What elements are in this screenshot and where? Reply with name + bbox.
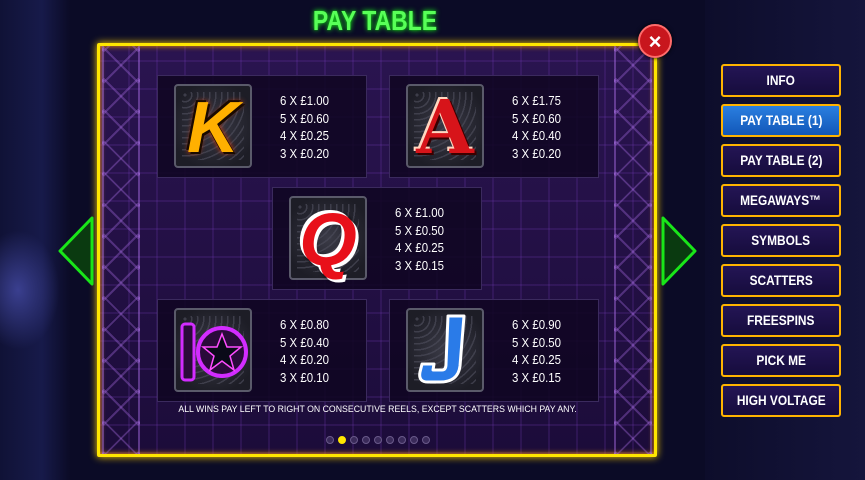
symbol-tile: K xyxy=(174,84,252,168)
paytable-rules-text: ALL WINS PAY LEFT TO RIGHT ON CONSECUTIV… xyxy=(178,404,577,415)
pay-6: 6 X £1.75 xyxy=(512,93,561,108)
pay-3: 3 X £0.15 xyxy=(512,369,561,385)
pay-5: 5 X £0.50 xyxy=(395,222,444,238)
menu-scatters-button[interactable]: SCATTERS xyxy=(721,264,841,297)
pay-6: 6 X £0.90 xyxy=(512,317,561,332)
pay-6: 6 X £1.00 xyxy=(395,205,444,220)
paytable-values: 6 X £1.75 5 X £0.60 4 X £0.40 3 X £0.20 xyxy=(512,92,591,162)
symbol-card-j: 6 X £0.90 5 X £0.50 4 X £0.25 3 X £0.15 xyxy=(389,299,599,402)
pay-3: 3 X £0.10 xyxy=(280,369,329,385)
pagination-dot[interactable] xyxy=(386,436,394,444)
pay-5: 5 X £0.60 xyxy=(280,110,329,126)
truss-right xyxy=(614,46,652,454)
page-title: PAY TABLE xyxy=(312,5,438,36)
menu-paytable-2-button[interactable]: PAY TABLE (2) xyxy=(721,144,841,177)
symbol-card-k: K 6 X £1.00 5 X £0.60 4 X £0.25 3 X £0.2… xyxy=(157,75,367,178)
pagination-dot[interactable] xyxy=(374,436,382,444)
close-button[interactable]: × xyxy=(638,24,672,58)
pay-5: 5 X £0.60 xyxy=(512,110,561,126)
previous-page-arrow-icon[interactable] xyxy=(58,216,94,286)
menu-info-button[interactable]: INFO xyxy=(721,64,841,97)
truss-left xyxy=(102,46,140,454)
pagination-dot[interactable] xyxy=(338,436,346,444)
pay-4: 4 X £0.40 xyxy=(512,128,561,143)
a-symbol-icon: A xyxy=(416,85,474,171)
paytable-values: 6 X £0.80 5 X £0.40 4 X £0.20 3 X £0.10 xyxy=(280,316,359,386)
q-symbol-icon: Q xyxy=(299,198,357,281)
menu-high-voltage-button[interactable]: HIGH VOLTAGE xyxy=(721,384,841,417)
j-symbol-icon xyxy=(418,314,466,384)
pay-3: 3 X £0.20 xyxy=(280,145,329,161)
menu-symbols-button[interactable]: SYMBOLS xyxy=(721,224,841,257)
next-page-arrow-icon[interactable] xyxy=(661,216,697,286)
pagination-dot[interactable] xyxy=(326,436,334,444)
pagination-dot[interactable] xyxy=(362,436,370,444)
pay-4: 4 X £0.25 xyxy=(280,128,329,143)
symbol-card-a: A 6 X £1.75 5 X £0.60 4 X £0.40 3 X £0.2… xyxy=(389,75,599,178)
paytable-values: 6 X £1.00 5 X £0.50 4 X £0.25 3 X £0.15 xyxy=(395,204,474,274)
symbol-tile xyxy=(406,308,484,392)
menu-paytable-1-button[interactable]: PAY TABLE (1) xyxy=(721,104,841,137)
pay-4: 4 X £0.25 xyxy=(512,352,561,367)
pay-6: 6 X £0.80 xyxy=(280,317,329,332)
symbol-card-q: Q 6 X £1.00 5 X £0.50 4 X £0.25 3 X £0.1… xyxy=(272,187,482,290)
help-menu: INFO PAY TABLE (1) PAY TABLE (2) MEGAWAY… xyxy=(721,64,841,424)
pay-3: 3 X £0.20 xyxy=(512,145,561,161)
menu-freespins-button[interactable]: FREESPINS xyxy=(721,304,841,337)
pagination-dot[interactable] xyxy=(410,436,418,444)
pay-3: 3 X £0.15 xyxy=(395,257,444,273)
pay-5: 5 X £0.50 xyxy=(512,334,561,350)
symbol-tile: A xyxy=(406,84,484,171)
pagination-dots xyxy=(326,436,430,444)
ten-symbol-icon xyxy=(180,322,248,382)
symbol-tile xyxy=(174,308,252,392)
pagination-dot[interactable] xyxy=(422,436,430,444)
symbol-tile: Q xyxy=(289,196,367,281)
paytable-values: 6 X £1.00 5 X £0.60 4 X £0.25 3 X £0.20 xyxy=(280,92,359,162)
background-glow xyxy=(0,230,60,350)
k-symbol-icon: K xyxy=(187,88,239,168)
pay-4: 4 X £0.25 xyxy=(395,240,444,255)
pagination-dot[interactable] xyxy=(398,436,406,444)
pay-4: 4 X £0.20 xyxy=(280,352,329,367)
menu-megaways-button[interactable]: MEGAWAYS™ xyxy=(721,184,841,217)
paytable-values: 6 X £0.90 5 X £0.50 4 X £0.25 3 X £0.15 xyxy=(512,316,591,386)
pagination-dot[interactable] xyxy=(350,436,358,444)
pay-5: 5 X £0.40 xyxy=(280,334,329,350)
pay-6: 6 X £1.00 xyxy=(280,93,329,108)
menu-pick-me-button[interactable]: PICK ME xyxy=(721,344,841,377)
symbol-card-10: 6 X £0.80 5 X £0.40 4 X £0.20 3 X £0.10 xyxy=(157,299,367,402)
